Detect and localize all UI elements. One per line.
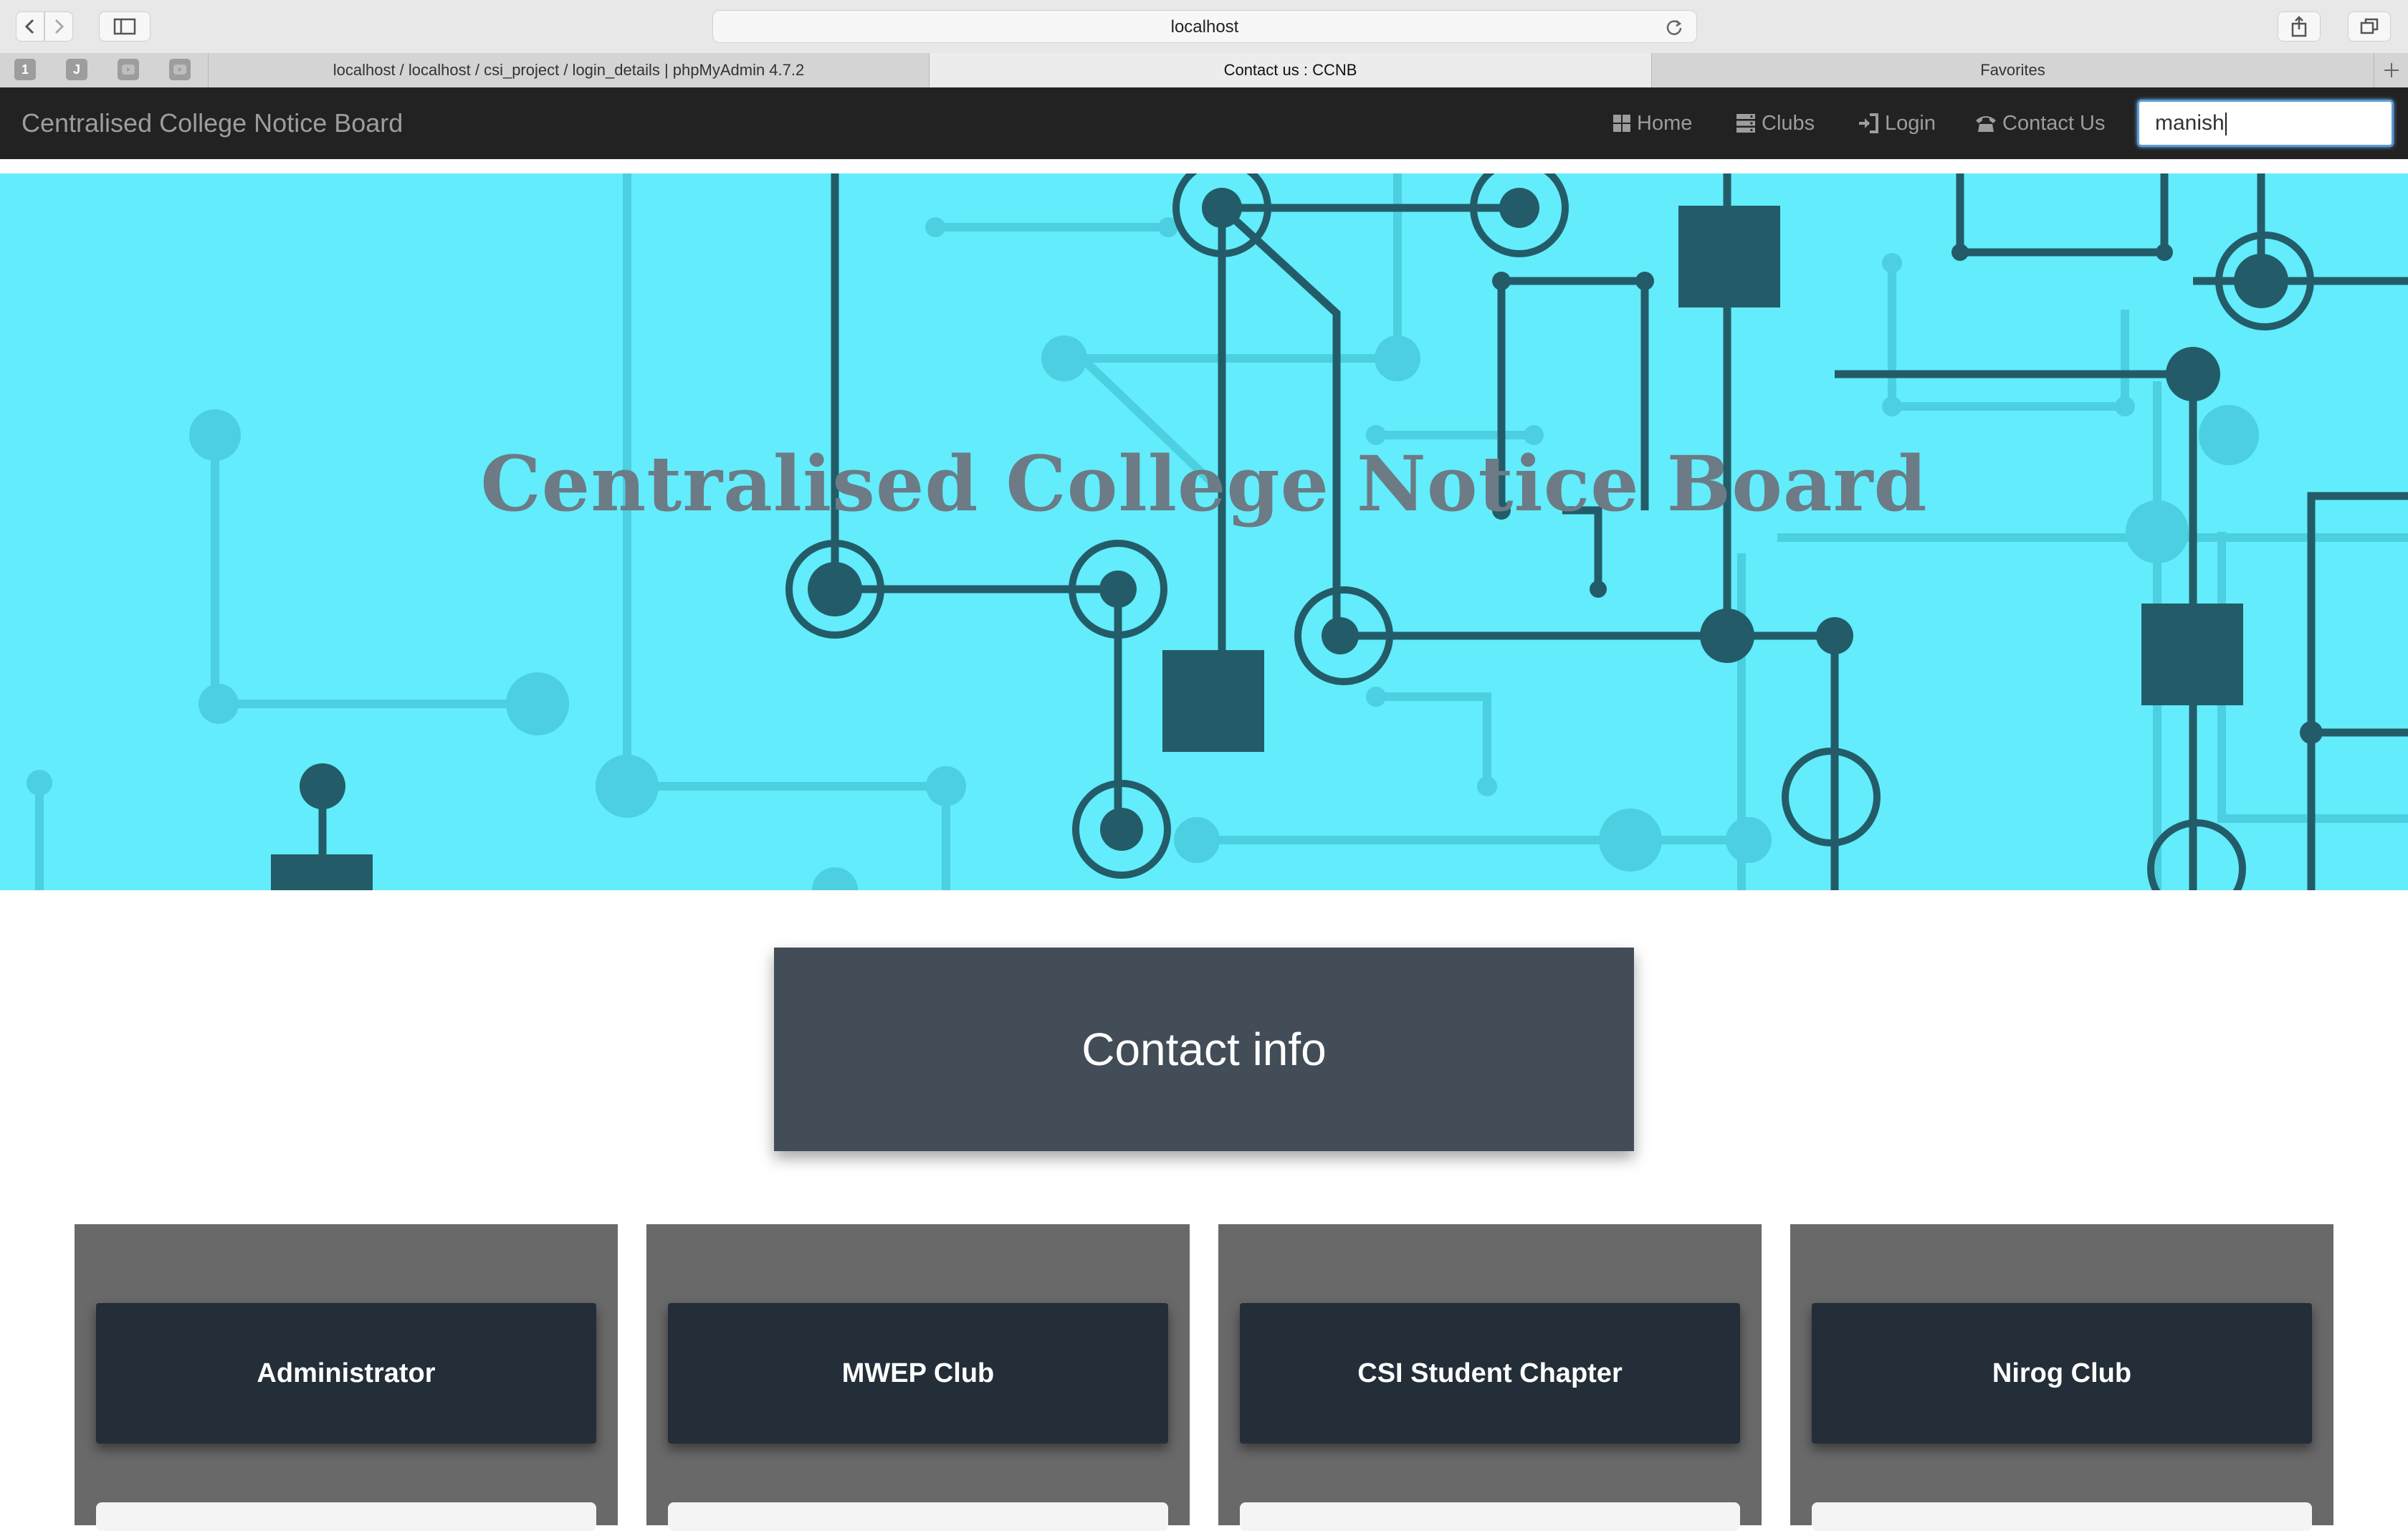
contact-card-administrator: Administrator <box>75 1224 618 1531</box>
card-content <box>96 1502 596 1531</box>
tab-phpmyadmin[interactable]: localhost / localhost / csi_project / lo… <box>208 53 929 87</box>
search-input-value: manish <box>2155 111 2225 135</box>
phone-alt-icon <box>1976 116 1996 132</box>
contact-info-title: Contact info <box>1081 1024 1327 1075</box>
nav-item-clubs[interactable]: Clubs <box>1736 87 1815 159</box>
nav-item-clubs-label: Clubs <box>1762 111 1815 135</box>
nav-item-home[interactable]: Home <box>1612 87 1692 159</box>
card-title: CSI Student Chapter <box>1240 1303 1740 1444</box>
circuit-background-image <box>27 173 2408 890</box>
tabs-icon <box>2360 18 2379 34</box>
sidebar-icon <box>113 18 136 35</box>
contact-card-nirog-club: Nirog Club <box>1790 1224 2333 1531</box>
share-icon <box>2291 16 2307 37</box>
nav-item-login-label: Login <box>1885 111 1936 135</box>
tabs-overview-button[interactable] <box>2348 11 2391 42</box>
contact-card-csi-student-chapter: CSI Student Chapter <box>1218 1224 1762 1531</box>
card-title: Administrator <box>96 1303 596 1444</box>
navbar-brand[interactable]: Centralised College Notice Board <box>22 87 403 159</box>
hero-title: Centralised College Notice Board <box>480 439 1928 528</box>
log-in-icon <box>1859 113 1878 133</box>
forward-button[interactable] <box>44 11 73 42</box>
card-title: MWEP Club <box>668 1303 1168 1444</box>
nav-item-contact-us-label: Contact Us <box>2002 111 2106 135</box>
hero-banner: Centralised College Notice Board <box>0 173 2408 890</box>
address-text: localhost <box>1170 17 1239 37</box>
text-caret <box>2225 113 2227 136</box>
nav-item-contact-us[interactable]: Contact Us <box>1975 87 2105 159</box>
tab-favorites[interactable]: Favorites <box>1651 53 2374 87</box>
reload-icon[interactable] <box>1665 18 1683 37</box>
contact-card-mwep-club: MWEP Club <box>646 1224 1190 1531</box>
pinned-tab-j[interactable]: J <box>66 59 87 80</box>
card-title: Nirog Club <box>1812 1303 2312 1444</box>
site-navbar: Centralised College Notice Board Home Cl… <box>0 87 2408 159</box>
card-content <box>668 1502 1168 1531</box>
chevron-left-icon <box>24 19 34 34</box>
card-content <box>1812 1502 2312 1531</box>
address-bar[interactable]: localhost <box>712 10 1697 43</box>
pinned-tab-video-icon[interactable] <box>169 59 191 80</box>
share-button[interactable] <box>2278 11 2321 42</box>
server-icon <box>1736 114 1755 133</box>
card-content <box>1240 1502 1740 1531</box>
browser-toolbar: localhost <box>0 0 2408 54</box>
tab-contact-us[interactable]: Contact us : CCNB <box>929 53 1651 87</box>
nav-item-login[interactable]: Login <box>1858 87 1936 159</box>
th-large-icon <box>1613 115 1630 132</box>
back-button[interactable] <box>16 11 44 42</box>
search-input[interactable]: manish <box>2137 100 2394 147</box>
pinned-tab-youtube-icon[interactable] <box>118 59 139 80</box>
browser-tab-bar: 1 J localhost / localhost / csi_project … <box>0 53 2408 88</box>
contact-info-panel: Contact info <box>774 948 1634 1151</box>
nav-item-home-label: Home <box>1637 111 1693 135</box>
pinned-tab-1[interactable]: 1 <box>14 59 36 80</box>
new-tab-button[interactable] <box>2374 53 2408 87</box>
chevron-right-icon <box>54 19 64 34</box>
sidebar-toggle-button[interactable] <box>99 11 150 42</box>
plus-icon <box>2384 63 2399 77</box>
